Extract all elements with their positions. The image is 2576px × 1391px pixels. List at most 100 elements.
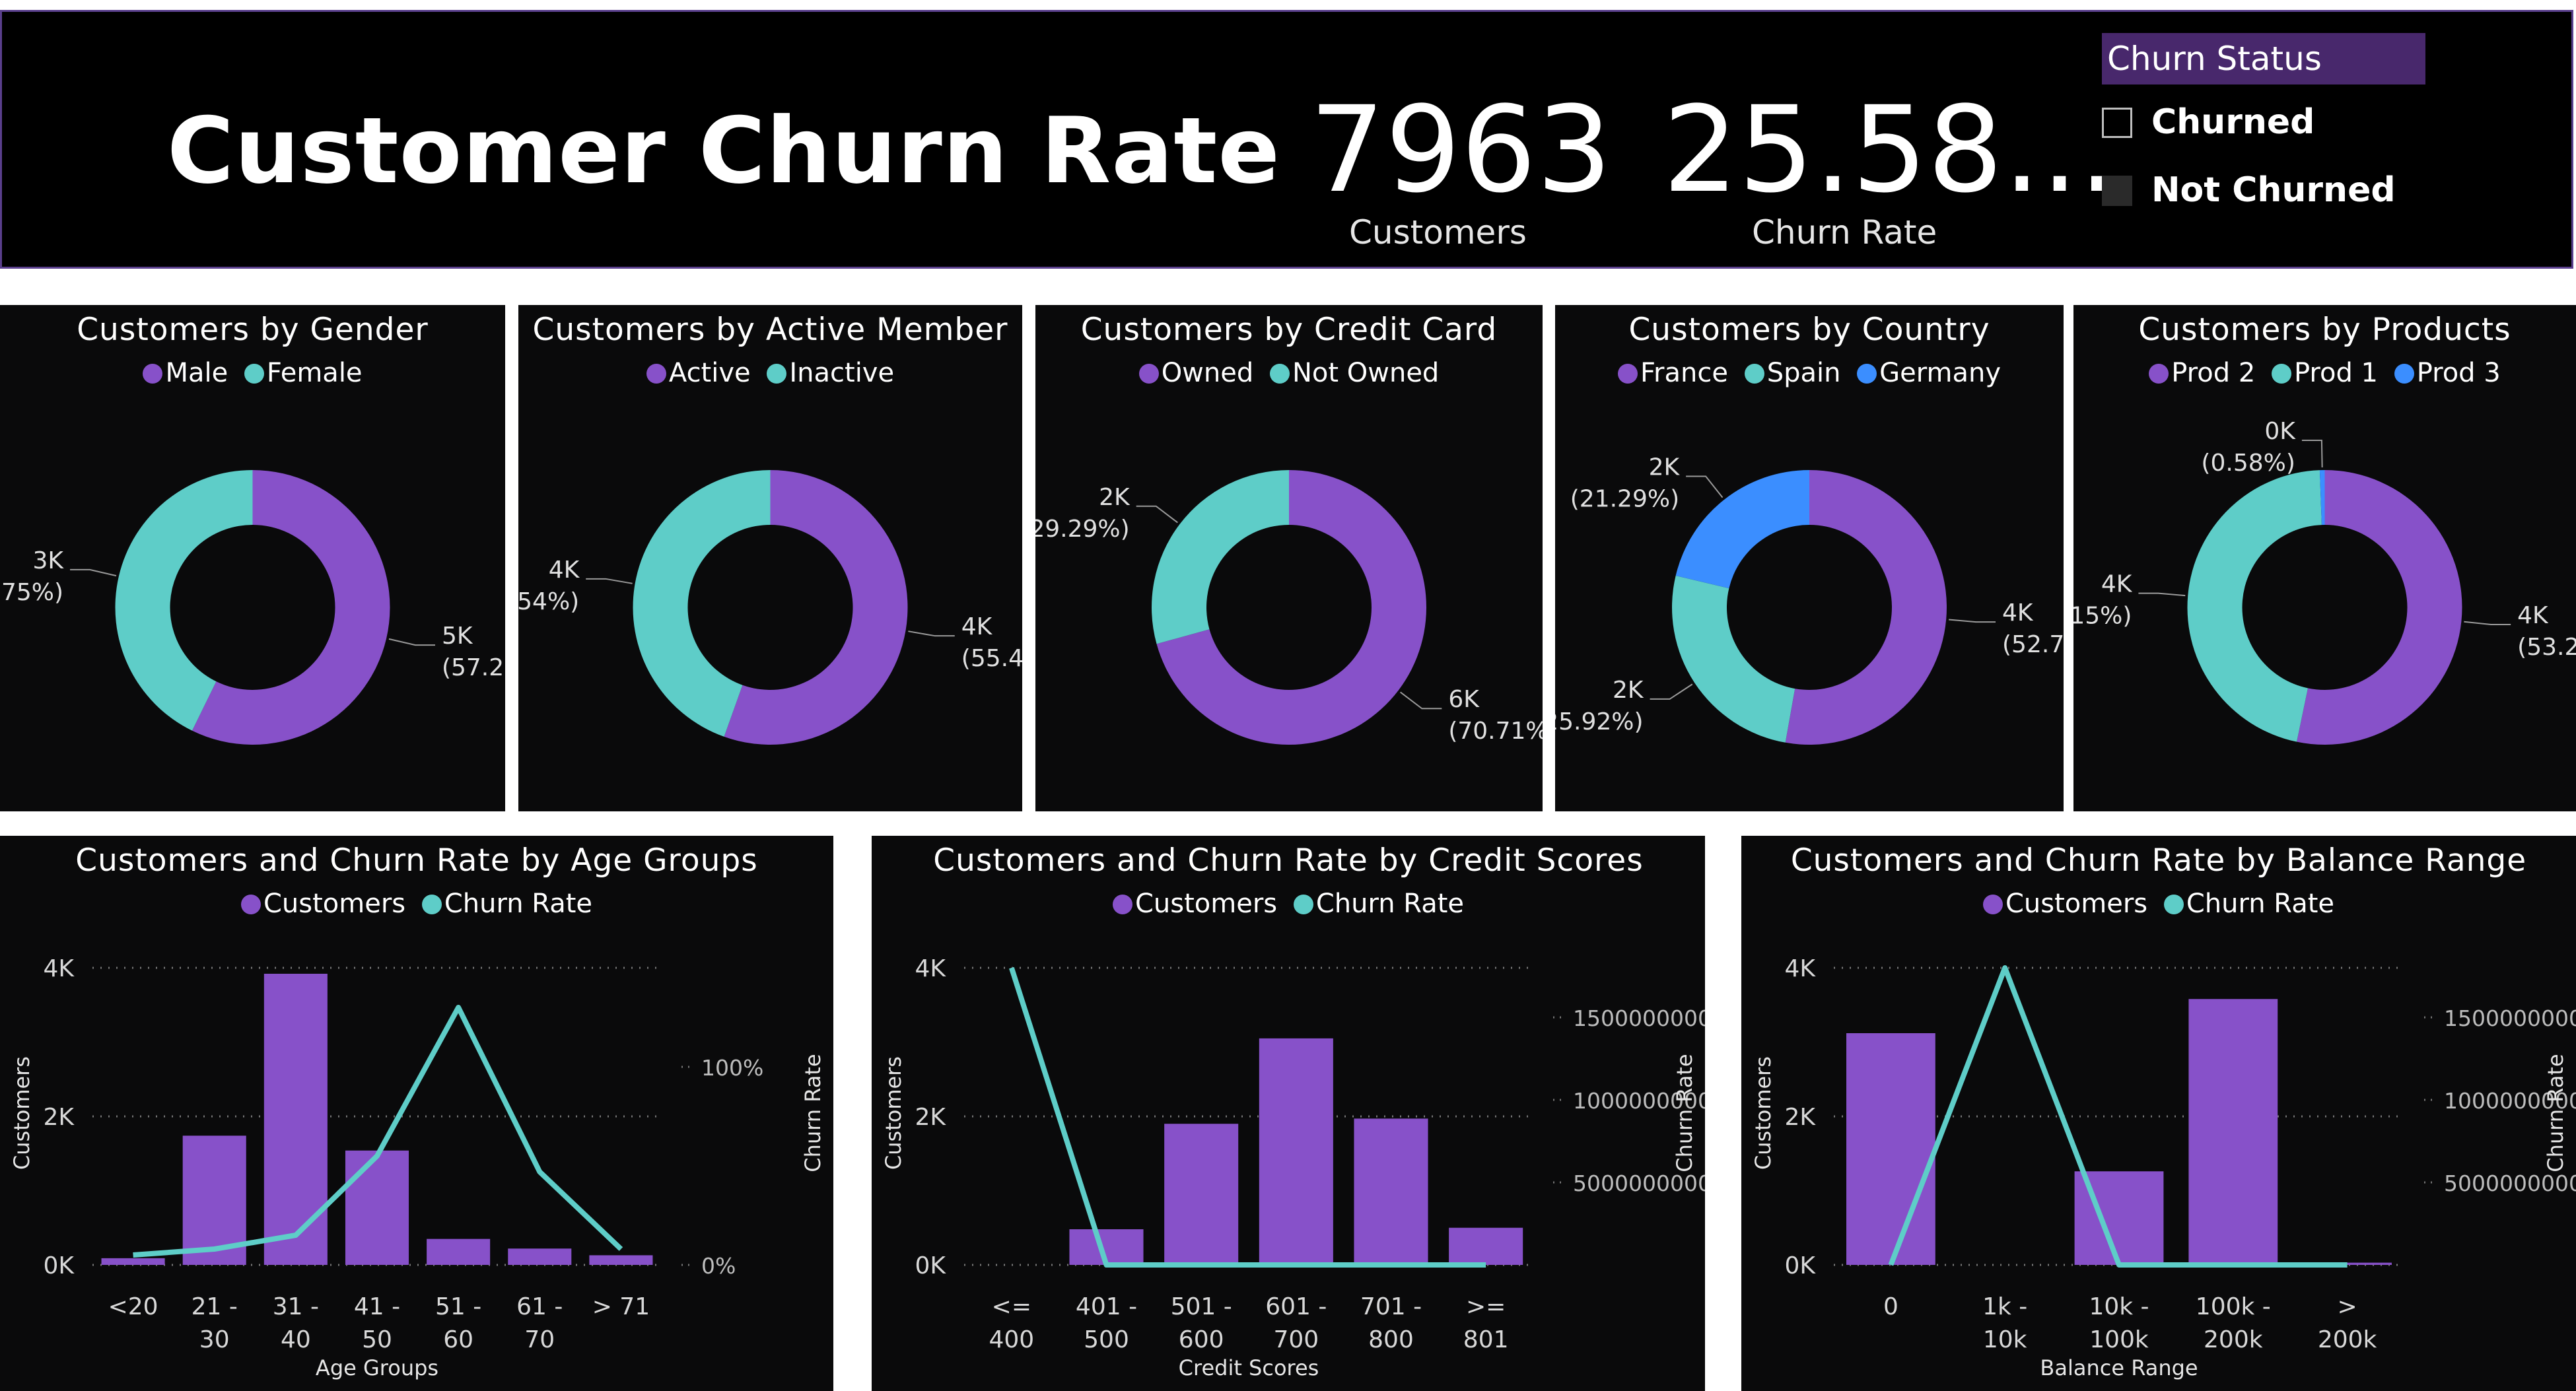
y-tick-label: 4K — [1784, 955, 1816, 982]
donut-slice-france[interactable] — [1785, 470, 1947, 745]
bar-customers[interactable] — [1449, 1227, 1523, 1265]
x-tick-label: 60 — [443, 1326, 473, 1353]
gender-donut-panel[interactable]: Customers by Gender Male Female 5K(57.25… — [0, 305, 505, 811]
credit-scores-combo-panel[interactable]: Customers and Churn Rate by Credit Score… — [872, 836, 1705, 1391]
donut-slice-not-owned[interactable] — [1152, 470, 1289, 644]
data-label: 4K — [961, 613, 993, 640]
x-tick-label: 200k — [2318, 1326, 2377, 1353]
leader-line — [1136, 505, 1178, 524]
bar-customers[interactable] — [263, 974, 328, 1265]
x-tick-label: 700 — [1273, 1326, 1319, 1353]
donut-slice-germany[interactable] — [1675, 470, 1809, 589]
x-tick-label: 601 - — [1265, 1293, 1327, 1320]
x-tick-label: 600 — [1179, 1326, 1224, 1353]
data-label: 2K — [1099, 484, 1131, 511]
y2-tick-label: 150000000000... — [1573, 1005, 1705, 1031]
data-label: 3K — [33, 547, 65, 574]
bar-customers[interactable] — [1259, 1038, 1333, 1265]
bar-customers[interactable] — [345, 1150, 409, 1265]
churned-checkbox[interactable] — [2102, 108, 2132, 138]
age-groups-combo-chart[interactable]: 0K 2K 4K 0% 100% <20 21 - 30 31 - 40 41 - 50 51 - 60 6… — [0, 836, 833, 1391]
data-label: (57.25%) — [442, 654, 505, 681]
country-donut-chart[interactable]: 4K (52.79%) 2K (25.92%) 2K (21.29%) — [1555, 305, 2064, 811]
kpi-churn-rate-label: Churn Rate — [1752, 213, 1937, 252]
bar-customers[interactable] — [589, 1255, 653, 1265]
bar-customers[interactable] — [1846, 1033, 1935, 1265]
data-label: 2K — [1613, 677, 1644, 704]
credit-card-donut-chart[interactable]: 6K (70.71%) 2K (29.29%) — [1035, 305, 1543, 811]
data-label: (55.46%) — [961, 645, 1022, 672]
x-tick-label: 800 — [1368, 1326, 1414, 1353]
data-label: 4K — [2002, 599, 2034, 627]
balance-range-combo-chart[interactable]: 0K2K4K500000000000...100000000000...1500… — [1741, 836, 2576, 1391]
x-tick-label: 501 - — [1171, 1293, 1232, 1320]
x-tick-label: 70 — [524, 1326, 555, 1353]
y2-tick-label: 500000000000... — [2444, 1170, 2576, 1196]
donut-slice-prod-1[interactable] — [2187, 470, 2322, 742]
y-axis-title: Customers — [9, 1056, 34, 1170]
kpi-churn-rate-value: 25.58... — [1663, 81, 2116, 219]
balance-range-combo-panel[interactable]: Customers and Churn Rate by Balance Rang… — [1741, 836, 2576, 1391]
bar-customers[interactable] — [427, 1238, 491, 1265]
bar-customers[interactable] — [1164, 1124, 1239, 1265]
leader-line — [2138, 592, 2186, 597]
y-axis-title: Customers — [881, 1056, 906, 1170]
data-label: (53.27%) — [2517, 634, 2576, 661]
y-tick-label: 4K — [915, 955, 946, 982]
kpi-customers-value: 7963 — [1309, 81, 1613, 219]
leader-line — [1949, 619, 1996, 623]
y-tick-label: 0K — [1784, 1252, 1816, 1279]
credit-card-donut-panel[interactable]: Customers by Credit Card Owned Not Owned… — [1035, 305, 1543, 811]
bar-customers[interactable] — [101, 1258, 165, 1265]
x-tick-label: 701 - — [1360, 1293, 1422, 1320]
leader-line — [388, 638, 435, 646]
y2-axis-title: Churn Rate — [1672, 1054, 1697, 1172]
x-tick-label: 801 — [1463, 1326, 1509, 1353]
active-member-donut-panel[interactable]: Customers by Active Member Active Inacti… — [518, 305, 1022, 811]
leader-line — [1650, 683, 1693, 700]
x-tick-label: <20 — [108, 1293, 158, 1320]
x-tick-label: 500 — [1084, 1326, 1129, 1353]
y2-tick-label: 100% — [701, 1055, 763, 1081]
x-tick-label: 1k - — [1982, 1293, 2027, 1320]
data-label: 5K — [442, 623, 473, 650]
leader-line — [586, 578, 633, 584]
y-tick-label: 4K — [43, 955, 75, 982]
products-donut-panel[interactable]: Customers by Products Prod 2 Prod 1 Prod… — [2073, 305, 2576, 811]
gender-donut-chart[interactable]: 5K (57.25%) 3K (42.75%) — [0, 305, 505, 811]
y-tick-label: 0K — [915, 1252, 946, 1279]
y-tick-label: 2K — [1784, 1104, 1816, 1131]
x-tick-label: 51 - — [435, 1293, 481, 1320]
data-label: (44.54%) — [518, 588, 579, 615]
data-label: 4K — [2101, 571, 2133, 598]
x-tick-label: <= — [992, 1293, 1031, 1320]
x-tick-label: 200k — [2204, 1326, 2263, 1353]
x-tick-label: 31 - — [273, 1293, 319, 1320]
data-label: (25.92%) — [1555, 708, 1644, 735]
x-axis-title: Age Groups — [316, 1355, 438, 1380]
x-tick-label: 21 - — [191, 1293, 238, 1320]
y2-tick-label: 0% — [701, 1253, 736, 1279]
country-donut-panel[interactable]: Customers by Country France Spain German… — [1555, 305, 2064, 811]
not-churned-checkbox[interactable] — [2102, 176, 2132, 206]
churn-status-slicer-title: Churn Status — [2102, 33, 2425, 85]
x-tick-label: 40 — [281, 1326, 311, 1353]
not-churned-option-label[interactable]: Not Churned — [2151, 170, 2396, 210]
donut-slice-spain[interactable] — [1672, 575, 1795, 743]
churned-option-label[interactable]: Churned — [2151, 102, 2315, 142]
x-tick-label: 50 — [362, 1326, 392, 1353]
age-groups-combo-panel[interactable]: Customers and Churn Rate by Age Groups C… — [0, 836, 833, 1391]
credit-scores-combo-chart[interactable]: 0K2K4K500000000000...100000000000...1500… — [872, 836, 1705, 1391]
x-tick-label: 10k - — [2089, 1293, 2149, 1320]
bar-customers[interactable] — [2188, 999, 2278, 1265]
y-axis-title: Customers — [1751, 1056, 1776, 1170]
x-tick-label: 400 — [989, 1326, 1034, 1353]
bar-customers[interactable] — [508, 1248, 572, 1265]
bar-customers[interactable] — [1354, 1118, 1428, 1265]
y2-axis-title: Churn Rate — [800, 1054, 825, 1172]
products-donut-chart[interactable]: 4K (53.27%) 4K (46.15%) 0K (0.58%) — [2073, 305, 2576, 811]
y-tick-label: 0K — [43, 1252, 75, 1279]
x-tick-label: 0 — [1883, 1293, 1898, 1320]
active-member-donut-chart[interactable]: 4K (55.46%) 4K (44.54%) — [518, 305, 1022, 811]
data-label: (29.29%) — [1035, 516, 1130, 543]
